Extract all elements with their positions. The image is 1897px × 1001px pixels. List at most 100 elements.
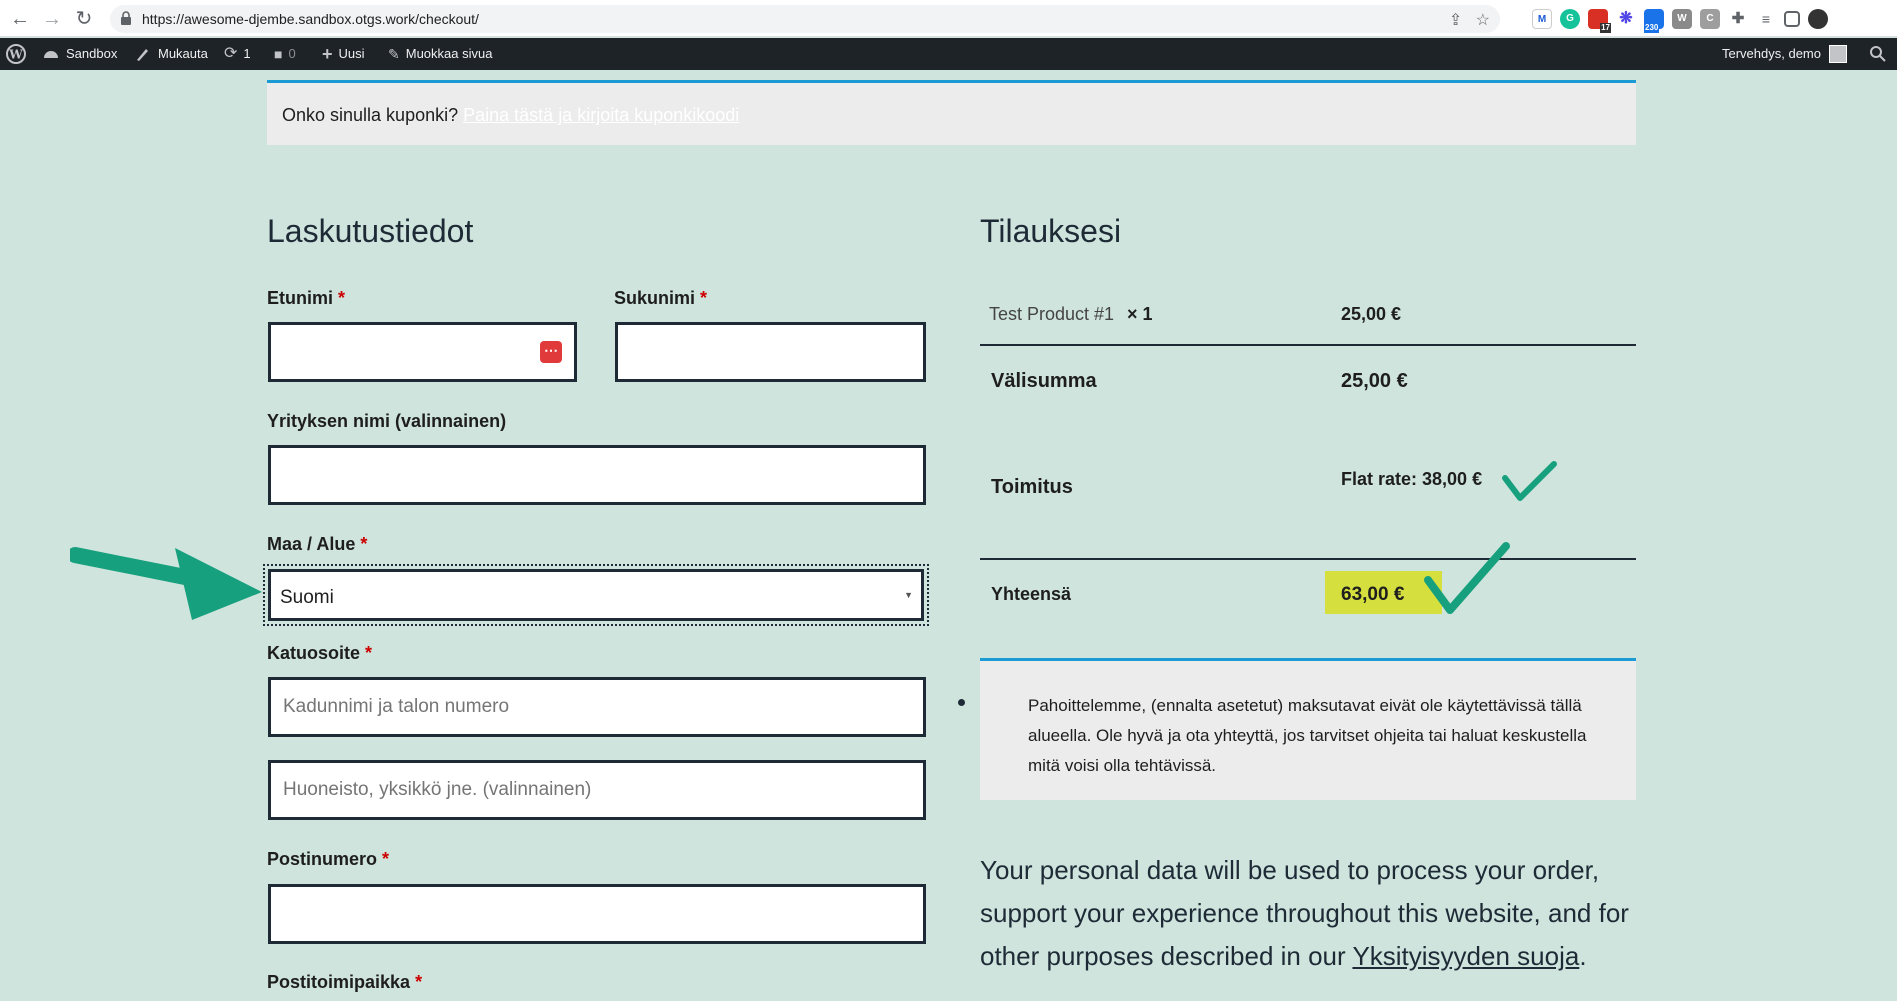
required-mark: *	[360, 534, 368, 554]
postcode-label-text: Postinumero	[267, 849, 378, 869]
required-mark: *	[338, 288, 346, 308]
reading-list-icon[interactable]: ≡	[1756, 9, 1776, 29]
city-label-text: Postitoimipaikka	[267, 972, 411, 992]
extensions: M G 17 ❋ 230 W C ✚ ≡	[1532, 8, 1828, 33]
wp-comments-count: 0	[288, 46, 296, 61]
svg-text:W: W	[8, 48, 23, 62]
chevron-down-icon: ▼	[904, 590, 913, 600]
required-mark: *	[382, 849, 390, 869]
plus-icon: +	[322, 44, 333, 64]
payment-notice: Pahoittelemme, (ennalta asetetut) maksut…	[958, 658, 1636, 800]
first-name-input[interactable]	[271, 325, 574, 379]
coupon-link[interactable]: Paina tästä ja kirjoita kuponkikoodi	[463, 105, 739, 125]
arrow-icon	[70, 547, 262, 620]
coupon-notice: Onko sinulla kuponki? Paina tästä ja kir…	[267, 80, 1636, 145]
ext-badge-17: 17	[1600, 23, 1611, 33]
wp-customize-label: Mukauta	[158, 46, 208, 61]
street-input[interactable]	[271, 680, 923, 734]
coupon-prompt: Onko sinulla kuponki?	[282, 105, 459, 125]
wp-edit-page-label: Muokkaa sivua	[405, 46, 493, 61]
search-icon[interactable]	[1869, 45, 1887, 63]
company-label: Yrityksen nimi (valinnainen)	[267, 411, 507, 431]
wp-edit-page-link[interactable]: ✎ Muokkaa sivua	[388, 38, 492, 70]
product-price: 25,00 €	[1341, 304, 1402, 324]
required-mark: *	[365, 643, 373, 663]
postcode-input[interactable]	[271, 887, 923, 941]
last-name-label-text: Sukunimi	[614, 288, 696, 308]
required-mark: *	[415, 972, 423, 992]
first-name-field[interactable]: ⋯	[268, 322, 577, 382]
grammarly-icon[interactable]: G	[1560, 9, 1580, 29]
comment-icon: ■	[274, 46, 283, 62]
share-icon[interactable]: ⇪	[1449, 12, 1462, 29]
wp-account-link[interactable]: Tervehdys, demo	[1722, 38, 1847, 70]
subtotal-label: Välisumma	[991, 370, 1097, 392]
postcode-field[interactable]	[268, 884, 926, 944]
product-name: Test Product #1	[989, 304, 1115, 324]
street-field[interactable]	[268, 677, 926, 737]
first-name-label-text: Etunimi	[267, 288, 333, 308]
wp-customize-link[interactable]: Mukauta	[134, 38, 208, 70]
back-icon[interactable]: ←	[8, 7, 32, 31]
shipping-label: Toimitus	[991, 476, 1073, 498]
puzzle-icon[interactable]: ✚	[1728, 9, 1748, 29]
privacy-end: .	[1579, 941, 1587, 971]
w-ext-icon[interactable]: W	[1672, 9, 1692, 29]
country-select-value: Suomi	[280, 587, 334, 608]
company-input[interactable]	[271, 448, 923, 502]
malwarebytes-icon[interactable]: M	[1532, 9, 1552, 29]
wp-site-link[interactable]: Sandbox	[42, 38, 117, 70]
wp-greeting: Tervehdys, demo	[1722, 46, 1821, 61]
wp-new-label: Uusi	[338, 46, 365, 61]
privacy-link[interactable]: Yksityisyyden suoja	[1352, 941, 1579, 971]
checkmark-icon	[1502, 461, 1557, 501]
last-name-field[interactable]	[615, 322, 926, 382]
total-label: Yhteensä	[991, 584, 1072, 604]
notice-text: Pahoittelemme, (ennalta asetetut) maksut…	[1028, 696, 1587, 775]
avatar	[1829, 45, 1847, 63]
last-name-input[interactable]	[618, 325, 923, 379]
apartment-input[interactable]	[271, 763, 923, 817]
apartment-field[interactable]	[268, 760, 926, 820]
billing-heading: Laskutustiedot	[267, 213, 474, 249]
street-label-text: Katuosoite	[267, 643, 361, 663]
url-actions: ⇪ ☆	[1449, 10, 1490, 30]
order-divider	[980, 344, 1636, 346]
subtotal-value: 25,00 €	[1341, 370, 1408, 392]
notice-bullet	[958, 699, 965, 706]
country-label-text: Maa / Alue	[267, 534, 356, 554]
street-label: Katuosoite *	[267, 643, 372, 664]
last-name-label: Sukunimi *	[614, 288, 707, 309]
city-label: Postitoimipaikka *	[267, 972, 422, 993]
wp-updates-link[interactable]: ⟳ 1	[224, 38, 251, 70]
order-divider	[980, 558, 1636, 560]
wp-new-link[interactable]: + Uusi	[322, 38, 365, 70]
profile-avatar[interactable]	[1808, 9, 1828, 29]
updates-icon: ⟳	[224, 45, 238, 62]
lock-icon	[121, 11, 131, 25]
browser-toolbar: ← → ↻ https://awesome-djembe.sandbox.otg…	[0, 0, 1897, 37]
password-manager-icon[interactable]: ⋯	[540, 341, 562, 363]
country-select-box[interactable]: Suomi ▼	[268, 569, 924, 621]
dashboard-icon	[44, 51, 58, 58]
wp-logo-icon[interactable]: W	[6, 38, 26, 70]
forward-icon[interactable]: →	[40, 7, 64, 31]
brush-icon	[137, 49, 148, 61]
star-icon[interactable]: ☆	[1476, 12, 1490, 29]
order-heading: Tilauksesi	[980, 213, 1122, 249]
c-ext-icon[interactable]: C	[1700, 9, 1720, 29]
required-mark: *	[700, 288, 708, 308]
product-qty: × 1	[1127, 304, 1153, 324]
sidebar-icon[interactable]	[1784, 11, 1800, 27]
checkmark-icon	[1424, 542, 1510, 614]
wp-comments-link[interactable]: ■ 0	[274, 38, 296, 70]
country-select[interactable]: Suomi ▼	[263, 564, 929, 626]
total-value: 63,00 €	[1341, 584, 1405, 605]
spark-ext-icon[interactable]: ❋	[1616, 9, 1636, 29]
address-bar[interactable]: https://awesome-djembe.sandbox.otgs.work…	[110, 5, 1500, 33]
download-ext-icon[interactable]: 230	[1644, 9, 1664, 33]
calendar-ext-icon[interactable]: 17	[1588, 9, 1611, 33]
company-field[interactable]	[268, 445, 926, 505]
privacy-text: Your personal data will be used to proce…	[980, 849, 1660, 978]
reload-icon[interactable]: ↻	[72, 7, 96, 31]
